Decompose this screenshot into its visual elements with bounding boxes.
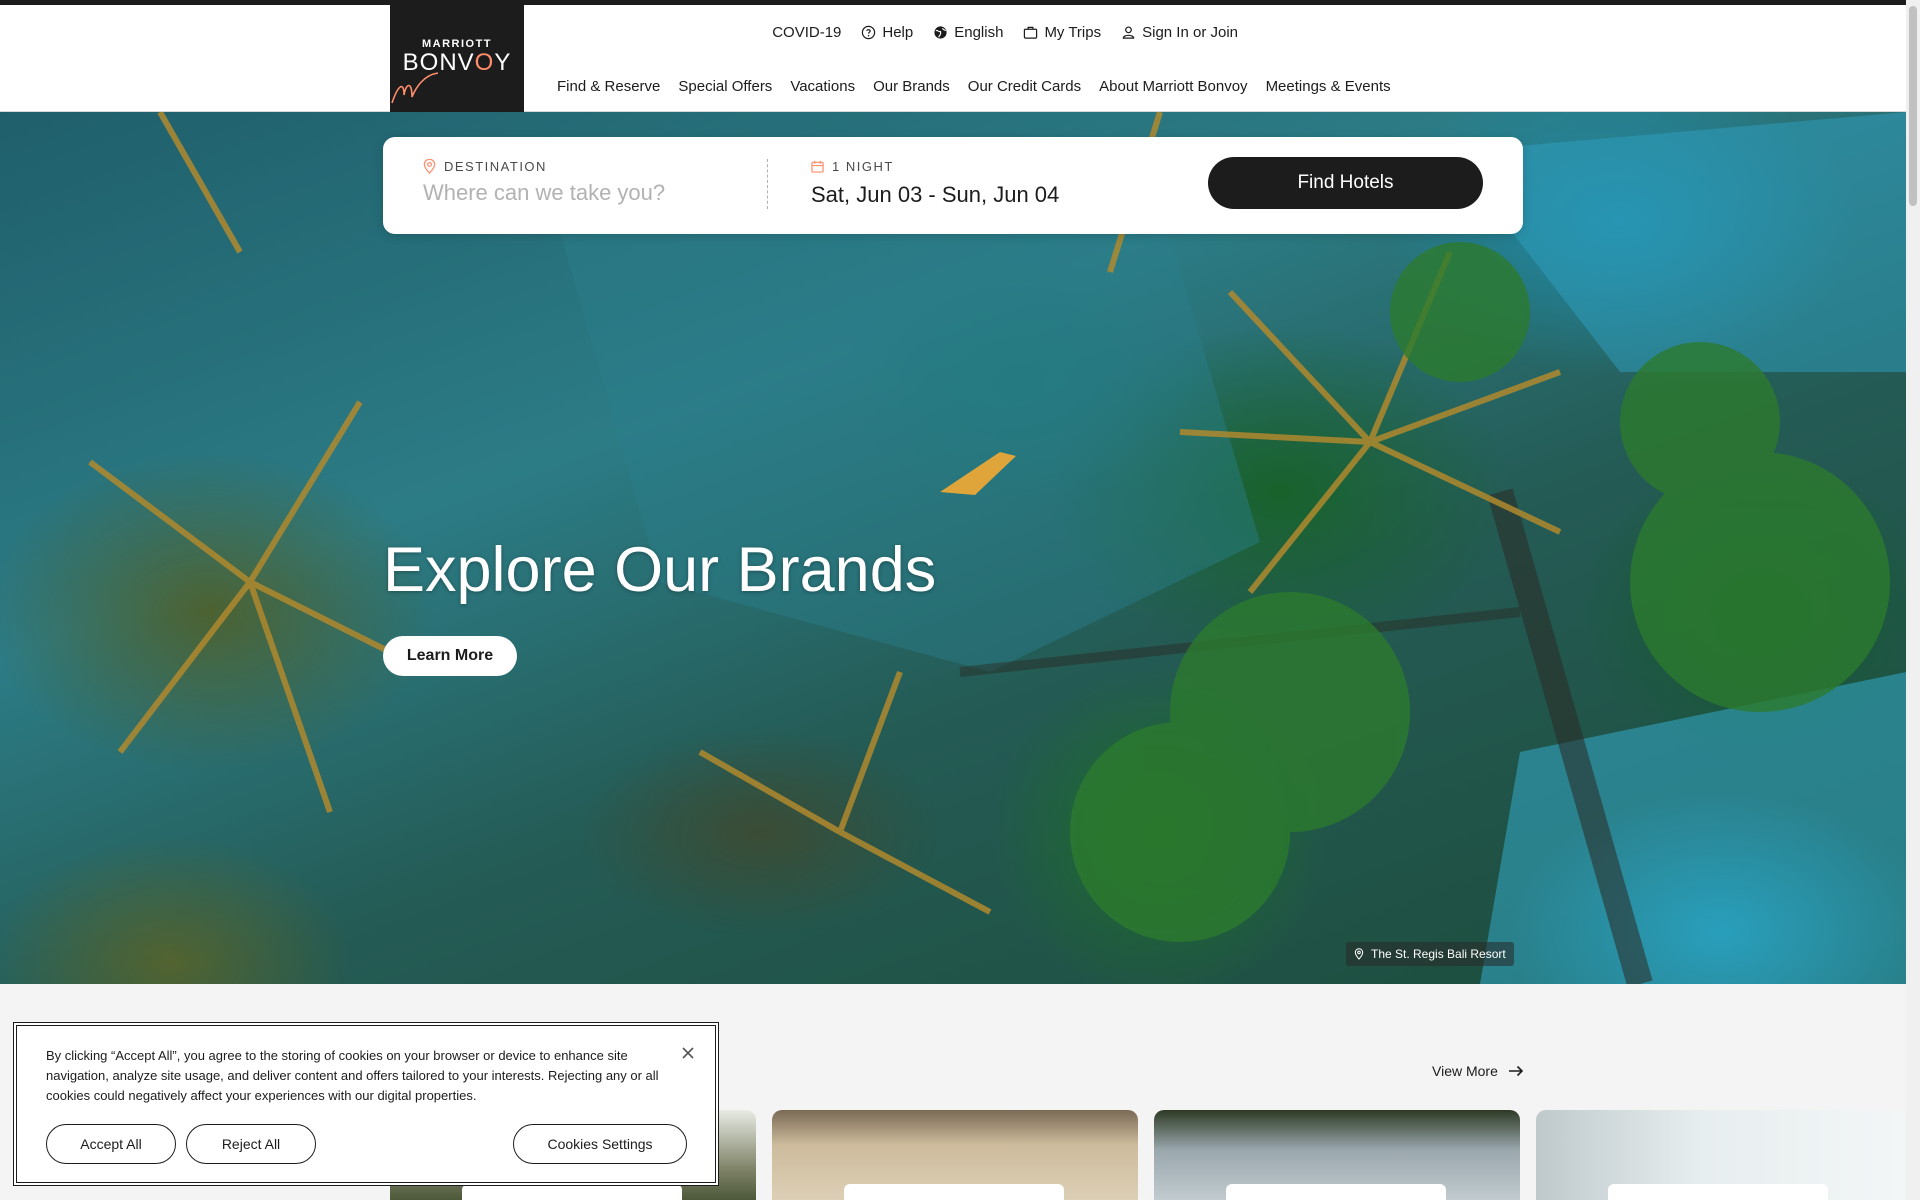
scrollbar-thumb[interactable] [1909, 6, 1917, 206]
hero-banner: DESTINATION 1 NIGHT Sat, Jun 03 - Sun, J… [0, 112, 1906, 984]
location-tag-label: The St. Regis Bali Resort [1371, 947, 1506, 961]
page-scrollbar[interactable] [1906, 0, 1920, 1200]
cookies-settings-button[interactable]: Cookies Settings [513, 1124, 687, 1164]
hero-title: Explore Our Brands [383, 535, 937, 605]
nav-about-bonvoy[interactable]: About Marriott Bonvoy [1099, 78, 1247, 95]
hotel-card[interactable] [1536, 1110, 1906, 1200]
sign-in-label: Sign In or Join [1142, 24, 1238, 41]
dates-value: Sat, Jun 03 - Sun, Jun 04 [811, 182, 1060, 207]
date-picker[interactable]: 1 NIGHT Sat, Jun 03 - Sun, Jun 04 [811, 159, 1059, 208]
my-trips-label: My Trips [1044, 24, 1102, 41]
logo-script-mark [391, 72, 439, 104]
cookie-consent-text: By clicking “Accept All”, you agree to t… [46, 1048, 659, 1103]
destination-label-row: DESTINATION [423, 159, 753, 174]
covid-link[interactable]: COVID-19 [772, 24, 841, 41]
user-icon [1122, 26, 1135, 39]
globe-icon [934, 26, 947, 39]
location-pin-icon [1354, 948, 1364, 960]
arrow-right-icon [1508, 1065, 1524, 1077]
destination-label: DESTINATION [444, 159, 547, 174]
marriott-bonvoy-logo[interactable]: MARRIOTT BONVOY [390, 5, 524, 112]
accept-all-button[interactable]: Accept All [46, 1124, 176, 1164]
location-tag: The St. Regis Bali Resort [1346, 942, 1514, 966]
hero-background-image [88, 112, 1906, 984]
learn-more-button[interactable]: Learn More [383, 636, 517, 676]
calendar-icon [811, 160, 824, 173]
nav-our-brands[interactable]: Our Brands [873, 78, 950, 95]
nights-label: 1 NIGHT [832, 159, 894, 174]
hotel-search-bar: DESTINATION 1 NIGHT Sat, Jun 03 - Sun, J… [383, 137, 1523, 234]
search-divider [767, 159, 768, 209]
covid-label: COVID-19 [772, 24, 842, 41]
site-header: MARRIOTT BONVOY COVID-19 Help English My… [0, 5, 1906, 112]
card-label-panel [844, 1184, 1064, 1200]
card-label-panel [1608, 1184, 1828, 1200]
language-selector[interactable]: English [933, 24, 1003, 41]
hotel-card[interactable] [772, 1110, 1138, 1200]
help-circle-icon [862, 25, 876, 40]
reject-all-button[interactable]: Reject All [186, 1124, 316, 1164]
cookie-consent-banner: By clicking “Accept All”, you agree to t… [16, 1025, 716, 1183]
card-label-panel [1226, 1184, 1446, 1200]
suitcase-icon [1024, 26, 1038, 39]
help-link[interactable]: Help [861, 24, 913, 41]
hotel-card[interactable] [1154, 1110, 1520, 1200]
find-hotels-button[interactable]: Find Hotels [1208, 157, 1483, 209]
destination-field: DESTINATION [423, 159, 753, 206]
my-trips-link[interactable]: My Trips [1023, 24, 1101, 41]
nav-vacations[interactable]: Vacations [790, 78, 855, 95]
close-icon[interactable] [681, 1046, 695, 1060]
utility-nav: COVID-19 Help English My Trips Sign In o… [772, 24, 1238, 41]
nav-credit-cards[interactable]: Our Credit Cards [968, 78, 1081, 95]
nav-meetings-events[interactable]: Meetings & Events [1266, 78, 1391, 95]
nav-find-reserve[interactable]: Find & Reserve [557, 78, 660, 95]
card-label-panel [462, 1184, 682, 1200]
map-pin-icon [423, 159, 436, 174]
nights-label-row: 1 NIGHT [811, 159, 1059, 174]
nav-special-offers[interactable]: Special Offers [678, 78, 772, 95]
view-more-label: View More [1432, 1063, 1498, 1079]
destination-input[interactable] [423, 180, 753, 206]
language-label: English [954, 24, 1004, 41]
sign-in-link[interactable]: Sign In or Join [1121, 24, 1238, 41]
help-label: Help [882, 24, 914, 41]
main-nav: Find & Reserve Special Offers Vacations … [557, 78, 1391, 95]
view-more-link[interactable]: View More [1432, 1063, 1524, 1079]
